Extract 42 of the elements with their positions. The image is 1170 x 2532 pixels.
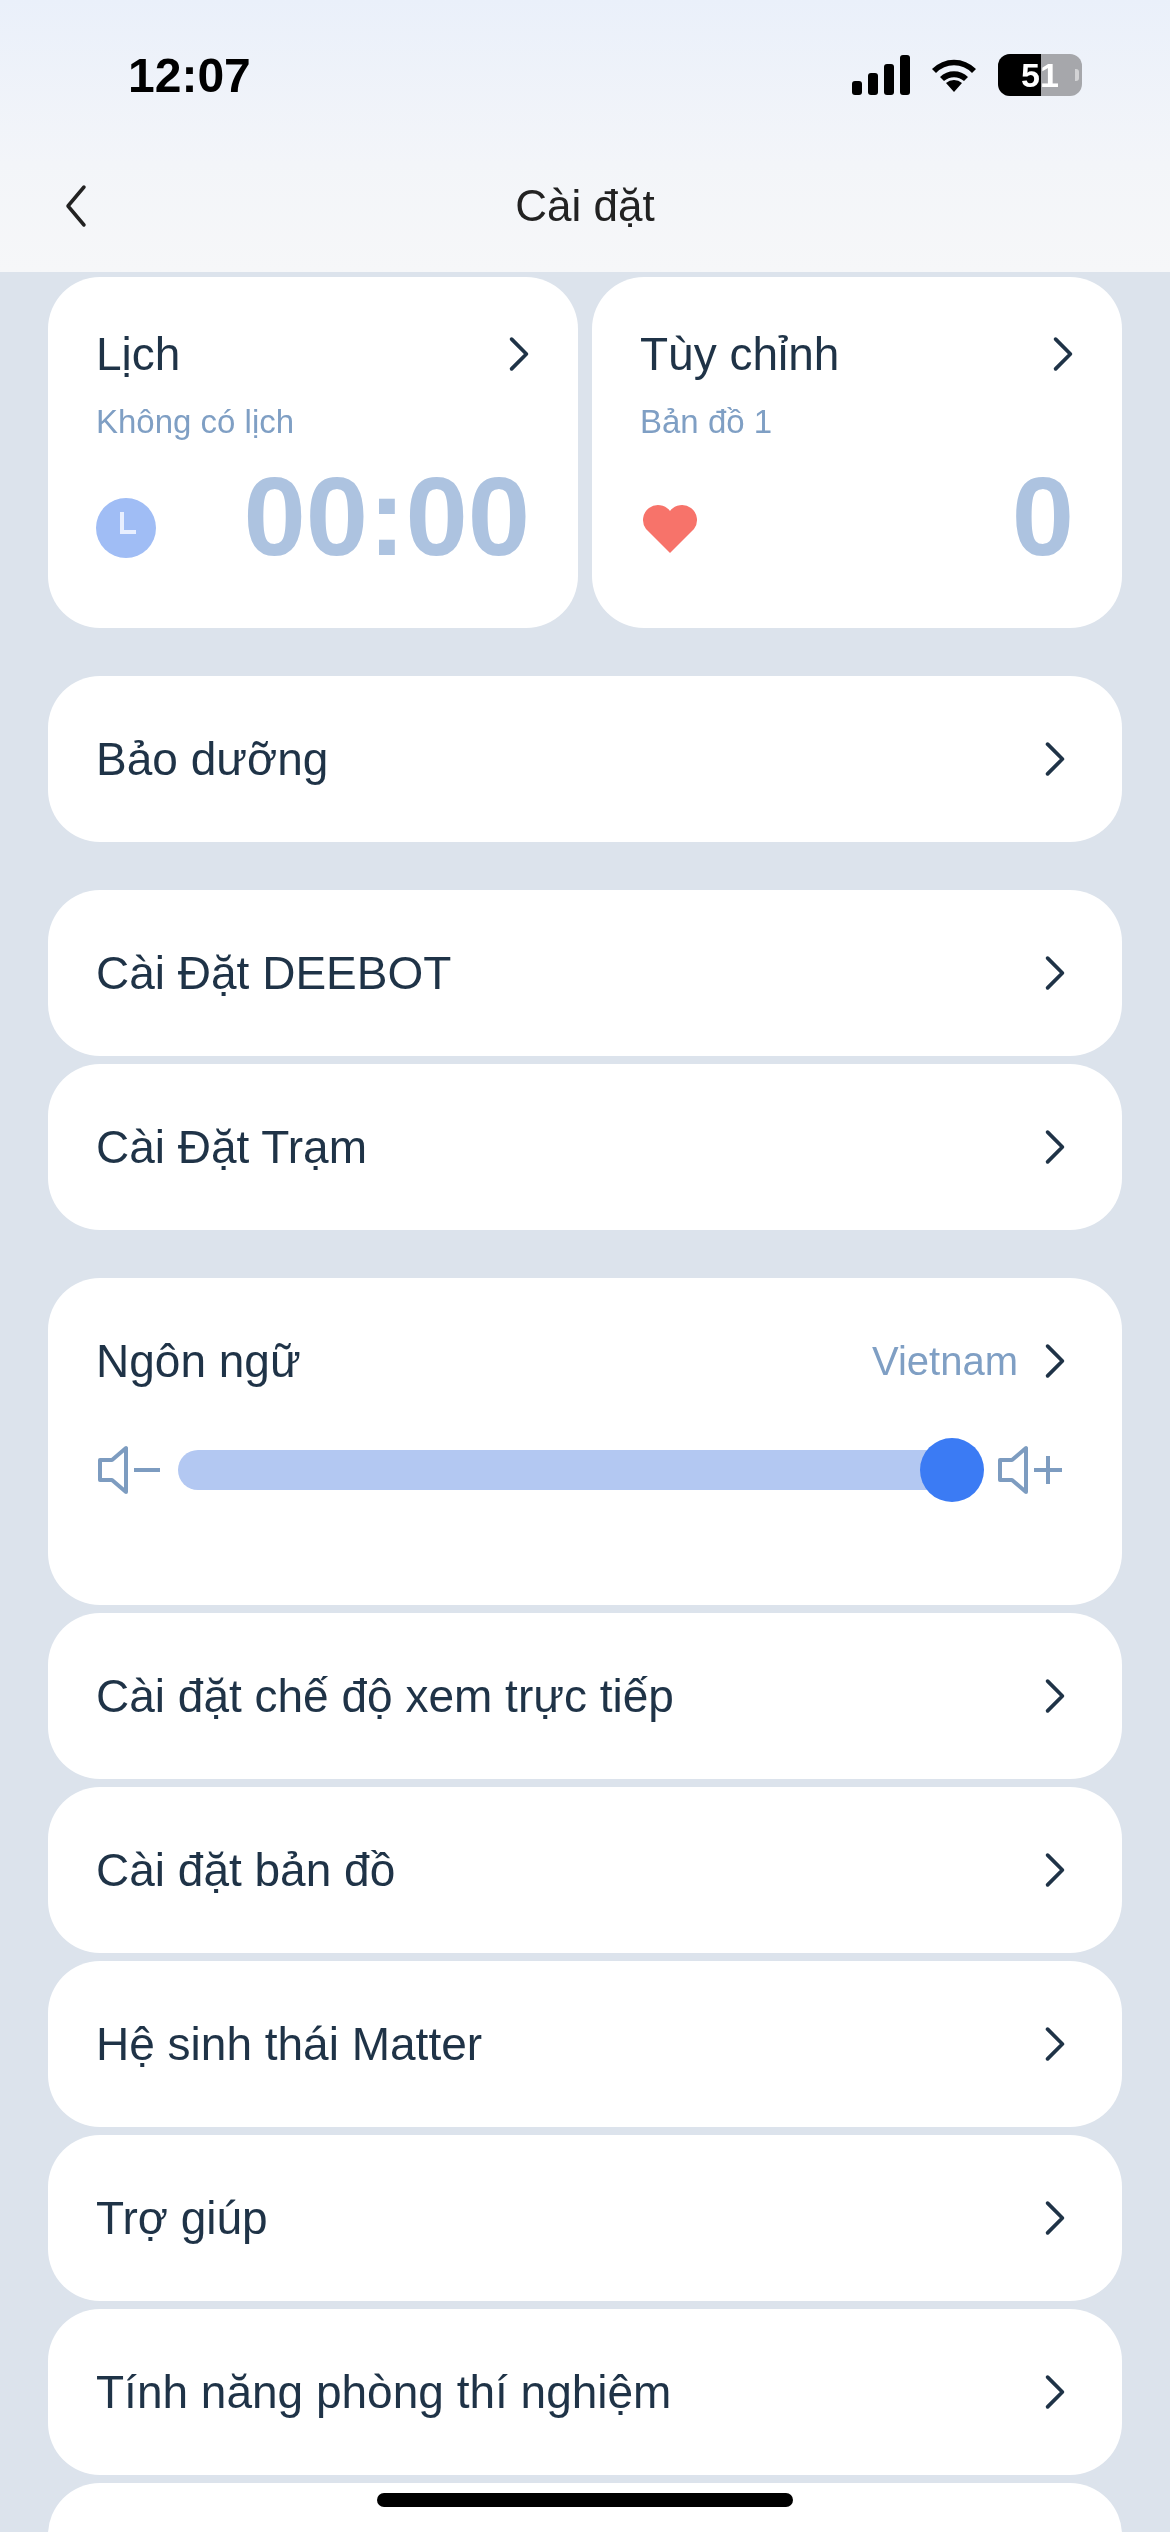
chevron-right-icon: [508, 336, 530, 372]
row-label: Ngôn ngữ: [96, 1334, 301, 1388]
settings-row[interactable]: Hệ sinh thái Matter: [48, 1961, 1122, 2127]
signal-icon: [852, 55, 910, 95]
chevron-right-icon: [1044, 955, 1066, 991]
chevron-right-icon: [1044, 741, 1066, 777]
settings-row[interactable]: Cài đặt chế độ xem trực tiếp: [48, 1613, 1122, 1779]
settings-row[interactable]: Tính năng phòng thí nghiệm: [48, 2309, 1122, 2475]
row-label: Trợ giúp: [96, 2191, 268, 2245]
tile-card[interactable]: Lịch Không có lịch 00:00: [48, 277, 578, 628]
tile-subtitle: Bản đồ 1: [640, 403, 774, 441]
clock-icon: [96, 498, 156, 558]
row-label: Cài Đặt Trạm: [96, 1120, 367, 1174]
tile-title: Lịch: [96, 327, 181, 381]
chevron-right-icon: [1052, 336, 1074, 372]
tile-value: 00:00: [243, 461, 530, 573]
row-label: Cài đặt chế độ xem trực tiếp: [96, 1669, 674, 1723]
row-label: Tính năng phòng thí nghiệm: [96, 2365, 672, 2419]
row-label: Hệ sinh thái Matter: [96, 2017, 483, 2071]
chevron-right-icon: [1044, 2374, 1066, 2410]
settings-row[interactable]: Cài Đặt DEEBOT: [48, 890, 1122, 1056]
chevron-right-icon: [1044, 1852, 1066, 1888]
settings-row[interactable]: Bảo dưỡng: [48, 676, 1122, 842]
settings-row[interactable]: Cài đặt bản đồ: [48, 1787, 1122, 1953]
chevron-right-icon: [1044, 2200, 1066, 2236]
chevron-right-icon: [1044, 2026, 1066, 2062]
page-title: Cài đặt: [515, 181, 655, 231]
tile-value: 0: [1011, 461, 1074, 573]
tile-card[interactable]: Tùy chỉnh Bản đồ 1 0: [592, 277, 1122, 628]
volume-slider[interactable]: [178, 1438, 984, 1502]
status-time: 12:07: [128, 47, 251, 103]
row-label: Bảo dưỡng: [96, 732, 329, 786]
settings-row[interactable]: Cài Đặt Trạm: [48, 1064, 1122, 1230]
chevron-right-icon: [1044, 1129, 1066, 1165]
chevron-right-icon: [1044, 1678, 1066, 1714]
chevron-right-icon: [1044, 1343, 1066, 1379]
settings-row[interactable]: Trợ giúp: [48, 2135, 1122, 2301]
row-label: Cài đặt bản đồ: [96, 1843, 396, 1897]
tile-subtitle: Không có lịch: [96, 403, 296, 441]
row-label: Cài Đặt DEEBOT: [96, 946, 452, 1000]
back-icon[interactable]: [64, 184, 88, 228]
tile-title: Tùy chỉnh: [640, 327, 840, 381]
